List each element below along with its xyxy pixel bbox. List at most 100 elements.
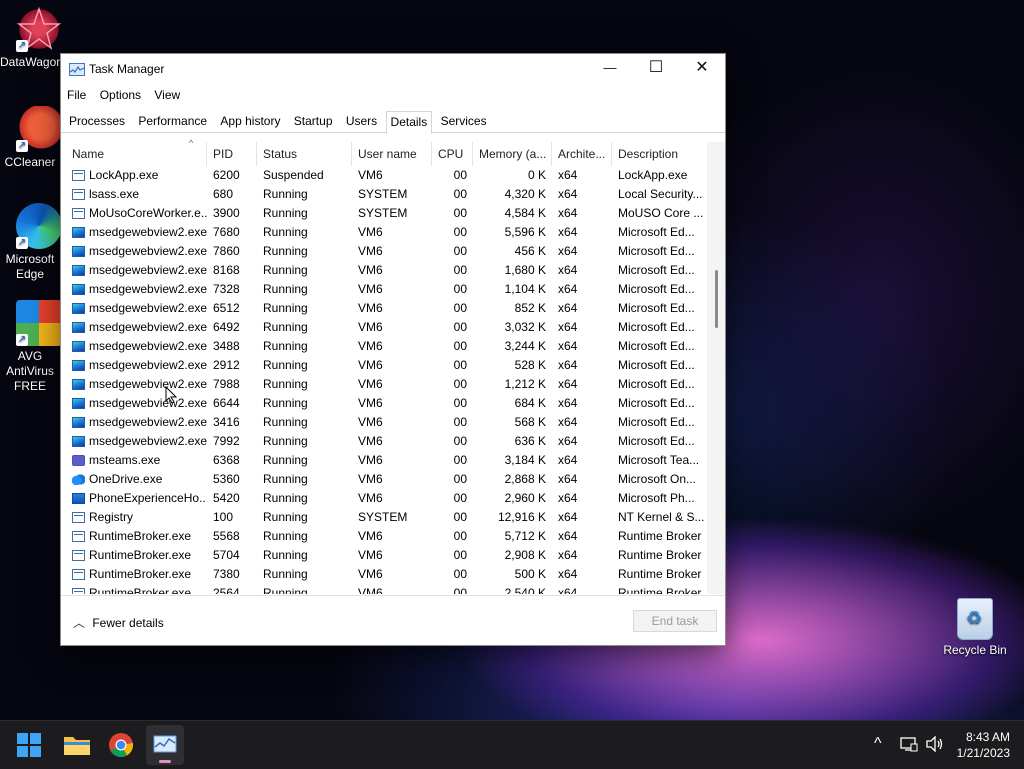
table-row[interactable]: lsass.exe 680 Running SYSTEM 00 4,320 K x64 Loc… <box>61 185 707 204</box>
table-row[interactable]: MoUsoCoreWorker.e... 3900 Running SYSTEM 00 4… <box>61 204 707 223</box>
table-row[interactable]: RuntimeBroker.exe 7380 Running VM6 00 500 K x6… <box>61 565 707 584</box>
table-row[interactable]: msedgewebview2.exe 6492 Running VM6 00 3,032 … <box>61 318 707 337</box>
column-header-name[interactable]: Name <box>66 142 207 166</box>
menu-options[interactable]: Options <box>100 84 147 102</box>
table-row[interactable]: msedgewebview2.exe 2912 Running VM6 00 528 K x… <box>61 356 707 375</box>
cell-user: VM6 <box>358 339 383 353</box>
column-header-memory[interactable]: Memory (a... <box>473 142 552 166</box>
cell-memory: 5,712 K <box>504 529 546 543</box>
table-row[interactable]: msedgewebview2.exe 7988 Running VM6 00 1,212 … <box>61 375 707 394</box>
maximize-button[interactable]: ☐ <box>633 54 679 84</box>
process-name: RuntimeBroker.exe <box>89 586 192 594</box>
process-win-icon <box>72 208 85 219</box>
table-row[interactable]: RuntimeBroker.exe 5704 Running VM6 00 2,908 K… <box>61 546 707 565</box>
cell-status: Running <box>263 415 308 429</box>
desktop-icon-label: Microsoft Edge <box>5 252 55 281</box>
end-task-button[interactable]: End task <box>633 610 717 632</box>
system-clock[interactable]: 8:43 AM 1/21/2023 <box>957 729 1010 761</box>
column-header-status[interactable]: Status <box>257 142 352 166</box>
process-cloud-icon <box>72 474 85 485</box>
table-row[interactable]: RuntimeBroker.exe 5568 Running VM6 00 5,712 K… <box>61 527 707 546</box>
cell-memory: 1,104 K <box>504 282 546 296</box>
task-manager-window: Task Manager — ☐ ✕ File Options View Pro… <box>60 53 726 646</box>
table-row[interactable]: OneDrive.exe 5360 Running VM6 00 2,868 K x64 Mi… <box>61 470 707 489</box>
cell-memory: 2,540 K <box>504 586 546 594</box>
table-row[interactable]: msedgewebview2.exe 7992 Running VM6 00 636 K x… <box>61 432 707 451</box>
volume-icon[interactable] <box>926 735 944 756</box>
cell-pid: 100 <box>213 510 234 524</box>
table-row[interactable]: msedgewebview2.exe 7328 Running VM6 00 1,104 … <box>61 280 707 299</box>
cell-arch: x64 <box>558 187 578 201</box>
table-row[interactable]: msedgewebview2.exe 8168 Running VM6 00 1,680 … <box>61 261 707 280</box>
tab-bar: Processes Performance App history Startu… <box>61 108 725 134</box>
close-button[interactable]: ✕ <box>679 54 725 84</box>
ccleaner-icon: ↗ <box>16 106 62 152</box>
table-row[interactable]: LockApp.exe 6200 Suspended VM6 00 0 K x64 LockA… <box>61 166 707 185</box>
cell-status: Running <box>263 453 308 467</box>
table-row[interactable]: Registry 100 Running SYSTEM 00 12,916 K x64 NT … <box>61 508 707 527</box>
table-row[interactable]: RuntimeBroker.exe 2564 Running VM6 00 2,540 K… <box>61 584 707 594</box>
column-header-description[interactable]: Description <box>612 142 707 166</box>
table-row[interactable]: msedgewebview2.exe 6644 Running VM6 00 684 K x… <box>61 394 707 413</box>
cell-status: Suspended <box>263 168 324 182</box>
column-header-user-name[interactable]: User name <box>352 142 432 166</box>
table-row[interactable]: PhoneExperienceHo... 5420 Running VM6 00 2,96… <box>61 489 707 508</box>
cell-pid: 7380 <box>213 567 240 581</box>
tab-details[interactable]: Details <box>385 111 433 134</box>
process-win-icon <box>72 588 85 594</box>
show-hidden-icons-chevron[interactable]: ^ <box>874 735 882 753</box>
process-win-icon <box>72 512 85 523</box>
vertical-scrollbar[interactable] <box>707 142 725 594</box>
menu-view[interactable]: View <box>154 84 186 102</box>
title-bar[interactable]: Task Manager — ☐ ✕ <box>61 54 725 84</box>
cell-arch: x64 <box>558 282 578 296</box>
tab-startup[interactable]: Startup <box>289 108 338 131</box>
table-row[interactable]: msedgewebview2.exe 6512 Running VM6 00 852 K x… <box>61 299 707 318</box>
table-row[interactable]: msedgewebview2.exe 3416 Running VM6 00 568 K x… <box>61 413 707 432</box>
file-explorer-icon[interactable] <box>63 733 91 757</box>
process-name: MoUsoCoreWorker.e... <box>89 206 207 220</box>
tab-performance[interactable]: Performance <box>133 108 212 131</box>
cell-cpu: 00 <box>453 225 467 239</box>
column-header-cpu[interactable]: CPU <box>432 142 473 166</box>
table-row[interactable]: msteams.exe 6368 Running VM6 00 3,184 K x64 Mic… <box>61 451 707 470</box>
cell-name: msteams.exe <box>66 451 207 470</box>
cell-memory: 0 K <box>527 168 546 182</box>
cell-pid: 6512 <box>213 301 240 315</box>
table-row[interactable]: msedgewebview2.exe 7680 Running VM6 00 5,596 … <box>61 223 707 242</box>
tab-processes[interactable]: Processes <box>64 108 130 131</box>
cell-cpu: 00 <box>453 187 467 201</box>
process-name: msedgewebview2.exe <box>89 415 207 429</box>
tab-services[interactable]: Services <box>436 108 492 131</box>
cell-user: VM6 <box>358 244 383 258</box>
task-manager-icon[interactable] <box>146 725 184 765</box>
process-phone-icon <box>72 493 85 504</box>
cell-cpu: 00 <box>453 548 467 562</box>
menu-file[interactable]: File <box>67 84 92 102</box>
cell-arch: x64 <box>558 225 578 239</box>
network-icon[interactable] <box>900 736 918 756</box>
minimize-button[interactable]: — <box>587 54 633 84</box>
cell-name: msedgewebview2.exe <box>66 432 207 451</box>
cell-name: RuntimeBroker.exe <box>66 546 207 565</box>
tab-users[interactable]: Users <box>341 108 382 131</box>
cell-status: Running <box>263 586 308 594</box>
column-header-architecture[interactable]: Archite... <box>552 142 612 166</box>
cell-pid: 2912 <box>213 358 240 372</box>
clock-date: 1/21/2023 <box>956 746 1010 760</box>
cell-name: RuntimeBroker.exe <box>66 565 207 584</box>
desktop-icon-recycle-bin[interactable]: ♻ Recycle Bin <box>936 598 1014 658</box>
tab-app-history[interactable]: App history <box>215 108 285 131</box>
desktop-icon-label: Recycle Bin <box>943 643 1007 657</box>
column-header-pid[interactable]: PID <box>207 142 257 166</box>
cell-desc: Microsoft Ed... <box>618 225 695 239</box>
cell-memory: 4,320 K <box>504 187 546 201</box>
start-icon[interactable] <box>17 733 41 757</box>
cell-pid: 3416 <box>213 415 240 429</box>
chrome-icon[interactable] <box>108 732 134 758</box>
scrollbar-thumb[interactable] <box>715 270 718 328</box>
table-row[interactable]: msedgewebview2.exe 3488 Running VM6 00 3,244 … <box>61 337 707 356</box>
taskbar: ^ 8:43 AM 1/21/2023 <box>0 720 1024 769</box>
table-row[interactable]: msedgewebview2.exe 7860 Running VM6 00 456 K x… <box>61 242 707 261</box>
fewer-details-button[interactable]: ︿ Fewer details <box>73 614 164 631</box>
